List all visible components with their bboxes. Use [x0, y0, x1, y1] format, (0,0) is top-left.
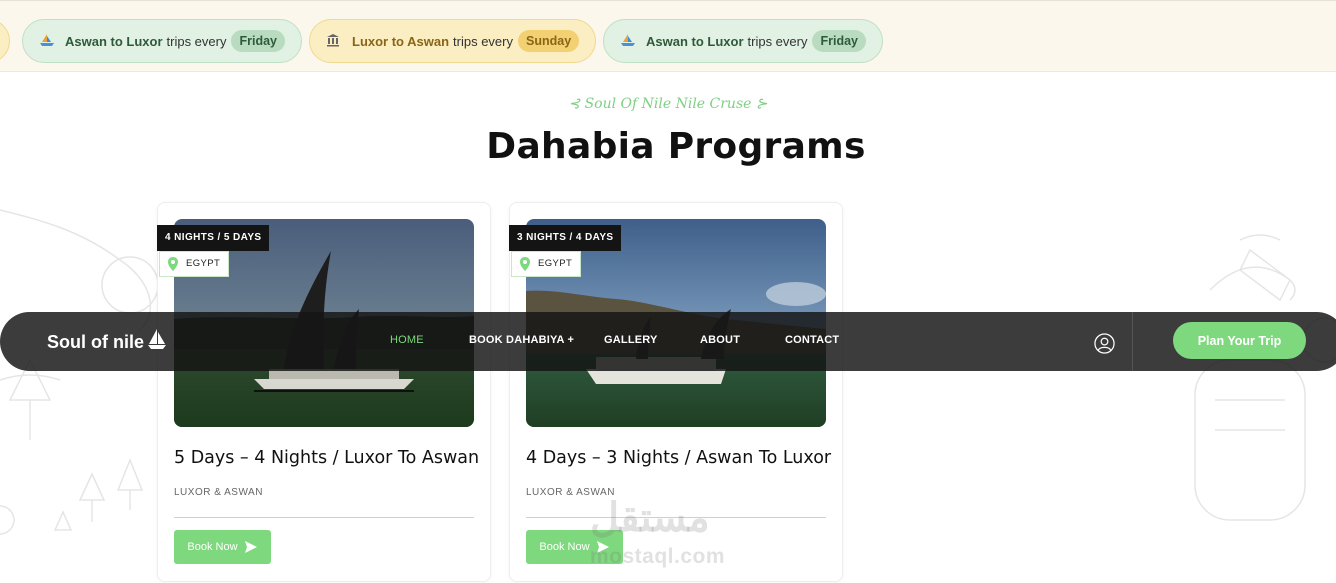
duration-badge: 3 NIGHTS / 4 DAYS [509, 225, 622, 251]
logo-text: Soul of nile [47, 332, 144, 352]
schedule-day: Sunday [518, 30, 580, 52]
book-now-label: Book Now [539, 541, 590, 553]
schedule-pill: Aswan to Luxor trips every Friday [22, 19, 302, 63]
nav-link-about[interactable]: ABOUT [700, 334, 740, 346]
temple-icon [326, 33, 348, 50]
site-logo[interactable]: Soul of nile [47, 328, 167, 353]
card-divider [174, 517, 474, 518]
location-pin-icon [520, 257, 530, 271]
nav-link-gallery[interactable]: GALLERY [604, 334, 658, 346]
program-title[interactable]: 4 Days – 3 Nights / Aswan To Luxor [526, 448, 831, 468]
program-card: 4 NIGHTS / 5 DAYS EGYPT 5 Days – 4 Night… [157, 202, 491, 582]
schedule-text: trips every [453, 33, 513, 49]
user-account-icon[interactable] [1094, 333, 1115, 354]
location-badge: EGYPT [159, 251, 230, 277]
background-sketch-right [1194, 234, 1336, 521]
schedule-pill: Luxor to Aswan trips every Sunday [309, 19, 597, 63]
book-now-label: Book Now [187, 541, 238, 553]
section-eyebrow: ⊰ Soul Of Nile Nile Cruse ⊱ [568, 96, 768, 112]
schedule-pill: Aswan to Luxor trips every Friday [603, 19, 883, 63]
section-title: Dahabia Programs [486, 126, 866, 167]
boat-icon [620, 33, 642, 50]
watermark-latin: mostaql.com [590, 545, 726, 568]
airplane-icon [244, 541, 257, 553]
program-subtitle: LUXOR & ASWAN [174, 487, 263, 498]
schedule-text: trips every [747, 33, 808, 49]
schedule-day: Friday [231, 30, 285, 52]
main-navbar: Soul of nile HOME BOOK DAHABIYA + GALLER… [0, 312, 1336, 371]
program-title[interactable]: 5 Days – 4 Nights / Luxor To Aswan [174, 448, 479, 468]
nav-link-book-dahabiya[interactable]: BOOK DAHABIYA + [469, 334, 574, 346]
watermark-arabic: مستقل [590, 496, 710, 540]
location-label: EGYPT [538, 258, 573, 269]
schedule-route: Luxor to Aswan [352, 33, 450, 49]
schedule-pill-partial [0, 19, 10, 63]
nav-link-home[interactable]: HOME [390, 334, 424, 346]
location-badge: EGYPT [511, 251, 582, 277]
sailboat-logo-icon [148, 328, 166, 349]
plan-your-trip-button[interactable]: Plan Your Trip [1173, 322, 1306, 359]
schedule-text: trips every [166, 33, 227, 49]
location-label: EGYPT [186, 258, 221, 269]
nav-divider [1132, 312, 1133, 371]
schedule-strip: Aswan to Luxor trips every Friday Luxor … [0, 0, 1336, 72]
schedule-route: Aswan to Luxor [646, 33, 744, 49]
schedule-day: Friday [812, 30, 866, 52]
duration-badge: 4 NIGHTS / 5 DAYS [157, 225, 270, 251]
nav-link-contact[interactable]: CONTACT [785, 334, 839, 346]
schedule-route: Aswan to Luxor [65, 33, 163, 49]
book-now-button[interactable]: Book Now [174, 530, 271, 564]
boat-icon [39, 33, 61, 50]
location-pin-icon [168, 257, 178, 271]
background-sketch-left [0, 209, 159, 535]
